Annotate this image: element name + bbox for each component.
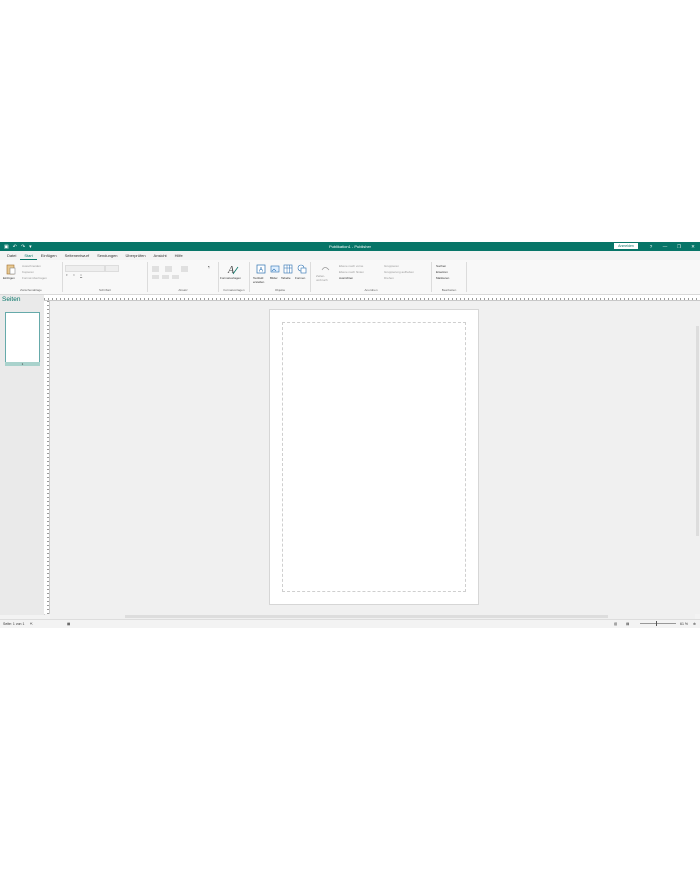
- paragraph-group-label: Absatz: [178, 288, 188, 292]
- svg-text:A: A: [259, 268, 263, 274]
- fit-page-icon[interactable]: ⊕: [693, 620, 696, 628]
- clipboard-group: Einfügen Ausschneiden Kopieren Format üb…: [0, 262, 63, 292]
- paragraph-group: ¶ Absatz: [148, 262, 219, 292]
- bold-button[interactable]: F: [66, 273, 68, 277]
- styles-group: A Formatvorlagen Formatvorlagen: [219, 262, 250, 292]
- page-thumbnail[interactable]: [5, 312, 40, 363]
- align-button[interactable]: Ausrichten: [339, 276, 353, 280]
- ungroup-button[interactable]: Gruppierung aufheben: [384, 270, 414, 274]
- two-page-view-icon[interactable]: ▤: [626, 620, 629, 628]
- table-icon[interactable]: [283, 264, 293, 274]
- send-backward-button[interactable]: Ebene nach hinten: [339, 270, 364, 274]
- italic-button[interactable]: K: [73, 273, 75, 277]
- styles-button[interactable]: Formatvorlagen: [220, 276, 241, 280]
- menu-bar: Datei Start Einfügen Seitenentwurf Sendu…: [0, 251, 700, 260]
- title-bar: ▣ ↶ ↷ ▾ Publikation1 - Publisher Anmelde…: [0, 242, 700, 251]
- textbox-button[interactable]: Textfeld erstellen: [253, 276, 267, 284]
- help-button[interactable]: ?: [644, 242, 658, 251]
- zoom-slider-thumb[interactable]: [656, 621, 657, 626]
- textbox-icon[interactable]: A: [256, 264, 266, 274]
- sign-in-button[interactable]: Anmelden: [614, 243, 638, 249]
- shapes-button[interactable]: Formen: [295, 276, 305, 280]
- menu-sendungen[interactable]: Sendungen: [93, 251, 121, 260]
- bring-forward-button[interactable]: Ebene nach vorne: [339, 264, 363, 268]
- font-group: F K U Schriftart: [63, 262, 148, 292]
- shapes-icon[interactable]: [297, 264, 307, 274]
- replace-button[interactable]: Ersetzen: [436, 270, 448, 274]
- zoom-level[interactable]: 61 %: [680, 620, 688, 628]
- cursor-icon: ⇱: [30, 622, 33, 626]
- cut-button[interactable]: Ausschneiden: [22, 264, 41, 268]
- page-thumbnail-number: 1: [5, 362, 40, 366]
- single-page-view-icon[interactable]: ▥: [614, 620, 617, 628]
- paste-icon[interactable]: [6, 264, 16, 275]
- close-button[interactable]: ✕: [686, 242, 700, 251]
- select-button[interactable]: Markieren: [436, 276, 449, 280]
- objects-group: A Textfeld erstellen Bilder Tabelle Form…: [250, 262, 311, 292]
- format-painter-button[interactable]: Format übertragen: [22, 276, 47, 280]
- styles-group-label: Formatvorlagen: [223, 288, 245, 292]
- vertical-scroll-thumb[interactable]: [696, 326, 699, 536]
- font-name-select[interactable]: [65, 265, 105, 272]
- ribbon: Einfügen Ausschneiden Kopieren Format üb…: [0, 260, 700, 295]
- objects-group-label: Objekte: [274, 288, 286, 292]
- underline-button[interactable]: U: [80, 273, 82, 277]
- menu-datei[interactable]: Datei: [3, 251, 20, 260]
- document-canvas[interactable]: [50, 301, 695, 614]
- font-size-select[interactable]: [105, 265, 119, 272]
- status-bar: Seite: 1 von 1 ⇱ ▦ ▥ ▤ 61 % ⊕: [0, 619, 700, 628]
- menu-start[interactable]: Start: [20, 251, 37, 260]
- wrap-text-button[interactable]: Zeilen-umbruch: [316, 274, 334, 282]
- margin-guides: [282, 322, 466, 592]
- zoom-slider[interactable]: [640, 623, 676, 624]
- rotate-button[interactable]: Drehen: [384, 276, 394, 280]
- publication-page[interactable]: [269, 309, 479, 605]
- window-title: Publikation1 - Publisher: [328, 244, 372, 249]
- pictures-icon[interactable]: [270, 264, 280, 274]
- pilcrow-button[interactable]: ¶: [208, 265, 210, 269]
- styles-icon[interactable]: A: [227, 264, 239, 275]
- publisher-window: ▣ ↶ ↷ ▾ Publikation1 - Publisher Anmelde…: [0, 242, 700, 628]
- table-button[interactable]: Tabelle: [281, 276, 291, 280]
- pictures-button[interactable]: Bilder: [270, 276, 278, 280]
- copy-button[interactable]: Kopieren: [22, 270, 34, 274]
- editing-group: Suchen Ersetzen Markieren Bearbeiten: [432, 262, 467, 292]
- horizontal-scroll-thumb[interactable]: [125, 615, 608, 618]
- menu-seitenentwurf[interactable]: Seitenentwurf: [61, 251, 93, 260]
- wrap-text-icon[interactable]: [321, 265, 330, 272]
- menu-ueberpruefen[interactable]: Überprüfen: [122, 251, 150, 260]
- menu-einfuegen[interactable]: Einfügen: [37, 251, 61, 260]
- page-status: Seite: 1 von 1: [3, 622, 25, 626]
- menu-ansicht[interactable]: Ansicht: [150, 251, 171, 260]
- find-button[interactable]: Suchen: [436, 264, 446, 268]
- restore-button[interactable]: ❐: [672, 242, 686, 251]
- pages-panel: Seiten 1: [0, 295, 45, 615]
- editing-group-label: Bearbeiten: [441, 288, 457, 292]
- clipboard-group-label: Zwischenablage: [20, 288, 42, 292]
- menu-hilfe[interactable]: Hilfe: [171, 251, 187, 260]
- paragraph-tools-icon: [152, 266, 188, 279]
- arrange-group-label: Anordnen: [364, 288, 378, 292]
- vertical-scrollbar[interactable]: [695, 301, 700, 614]
- layout-icon: ▦: [67, 622, 71, 626]
- minimize-button[interactable]: —: [658, 242, 672, 251]
- font-group-label: Schriftart: [98, 288, 111, 292]
- pages-panel-title: Seiten: [2, 296, 21, 303]
- group-button[interactable]: Gruppieren: [384, 264, 399, 268]
- paste-button[interactable]: Einfügen: [3, 276, 15, 280]
- arrange-group: Zeilen-umbruch Ebene nach vorne Ebene na…: [311, 262, 432, 292]
